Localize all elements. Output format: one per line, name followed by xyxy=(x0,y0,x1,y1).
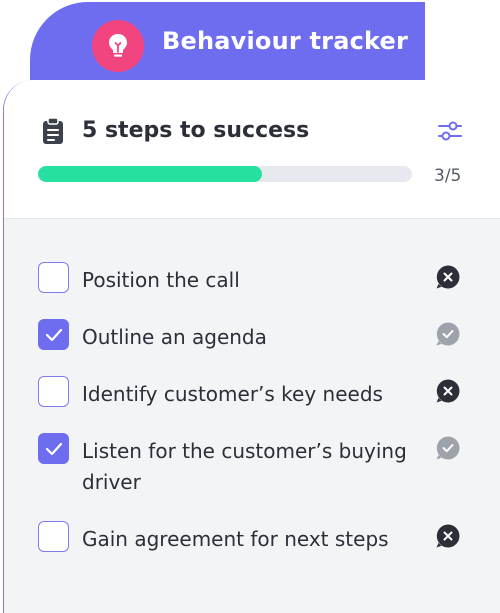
step-label: Gain agreement for next steps xyxy=(82,527,389,551)
step-label: Identify customer’s key needs xyxy=(82,382,383,406)
card-title: 5 steps to success xyxy=(82,118,310,143)
x-comment-icon xyxy=(435,378,461,404)
check-comment-icon xyxy=(435,435,461,461)
lightbulb-icon xyxy=(109,34,127,57)
step-label: Listen for the customer’s buying driver xyxy=(82,439,407,494)
checkbox-checked[interactable] xyxy=(38,433,69,464)
progress-count: 3/5 xyxy=(434,166,462,186)
sliders-icon[interactable] xyxy=(437,120,463,142)
step-label: Position the call xyxy=(82,268,240,292)
checkbox-unchecked[interactable] xyxy=(38,262,69,293)
x-comment-icon xyxy=(435,264,461,290)
progress-fill xyxy=(38,166,263,182)
clipboard-icon xyxy=(43,117,63,144)
step-label: Outline an agenda xyxy=(82,325,267,349)
x-comment-icon xyxy=(435,523,461,549)
header-title: Behaviour tracker xyxy=(162,27,409,55)
check-comment-icon xyxy=(435,321,461,347)
tracker-card: 5 steps to success 3/5 Position the call… xyxy=(3,80,500,613)
checkbox-unchecked[interactable] xyxy=(38,521,69,552)
card-header: 5 steps to success 3/5 xyxy=(4,80,500,219)
progress-bar xyxy=(38,166,412,182)
checkbox-checked[interactable] xyxy=(38,319,69,350)
lightbulb-badge xyxy=(92,20,144,72)
header-tab: Behaviour tracker xyxy=(30,2,425,82)
checkbox-unchecked[interactable] xyxy=(38,376,69,407)
